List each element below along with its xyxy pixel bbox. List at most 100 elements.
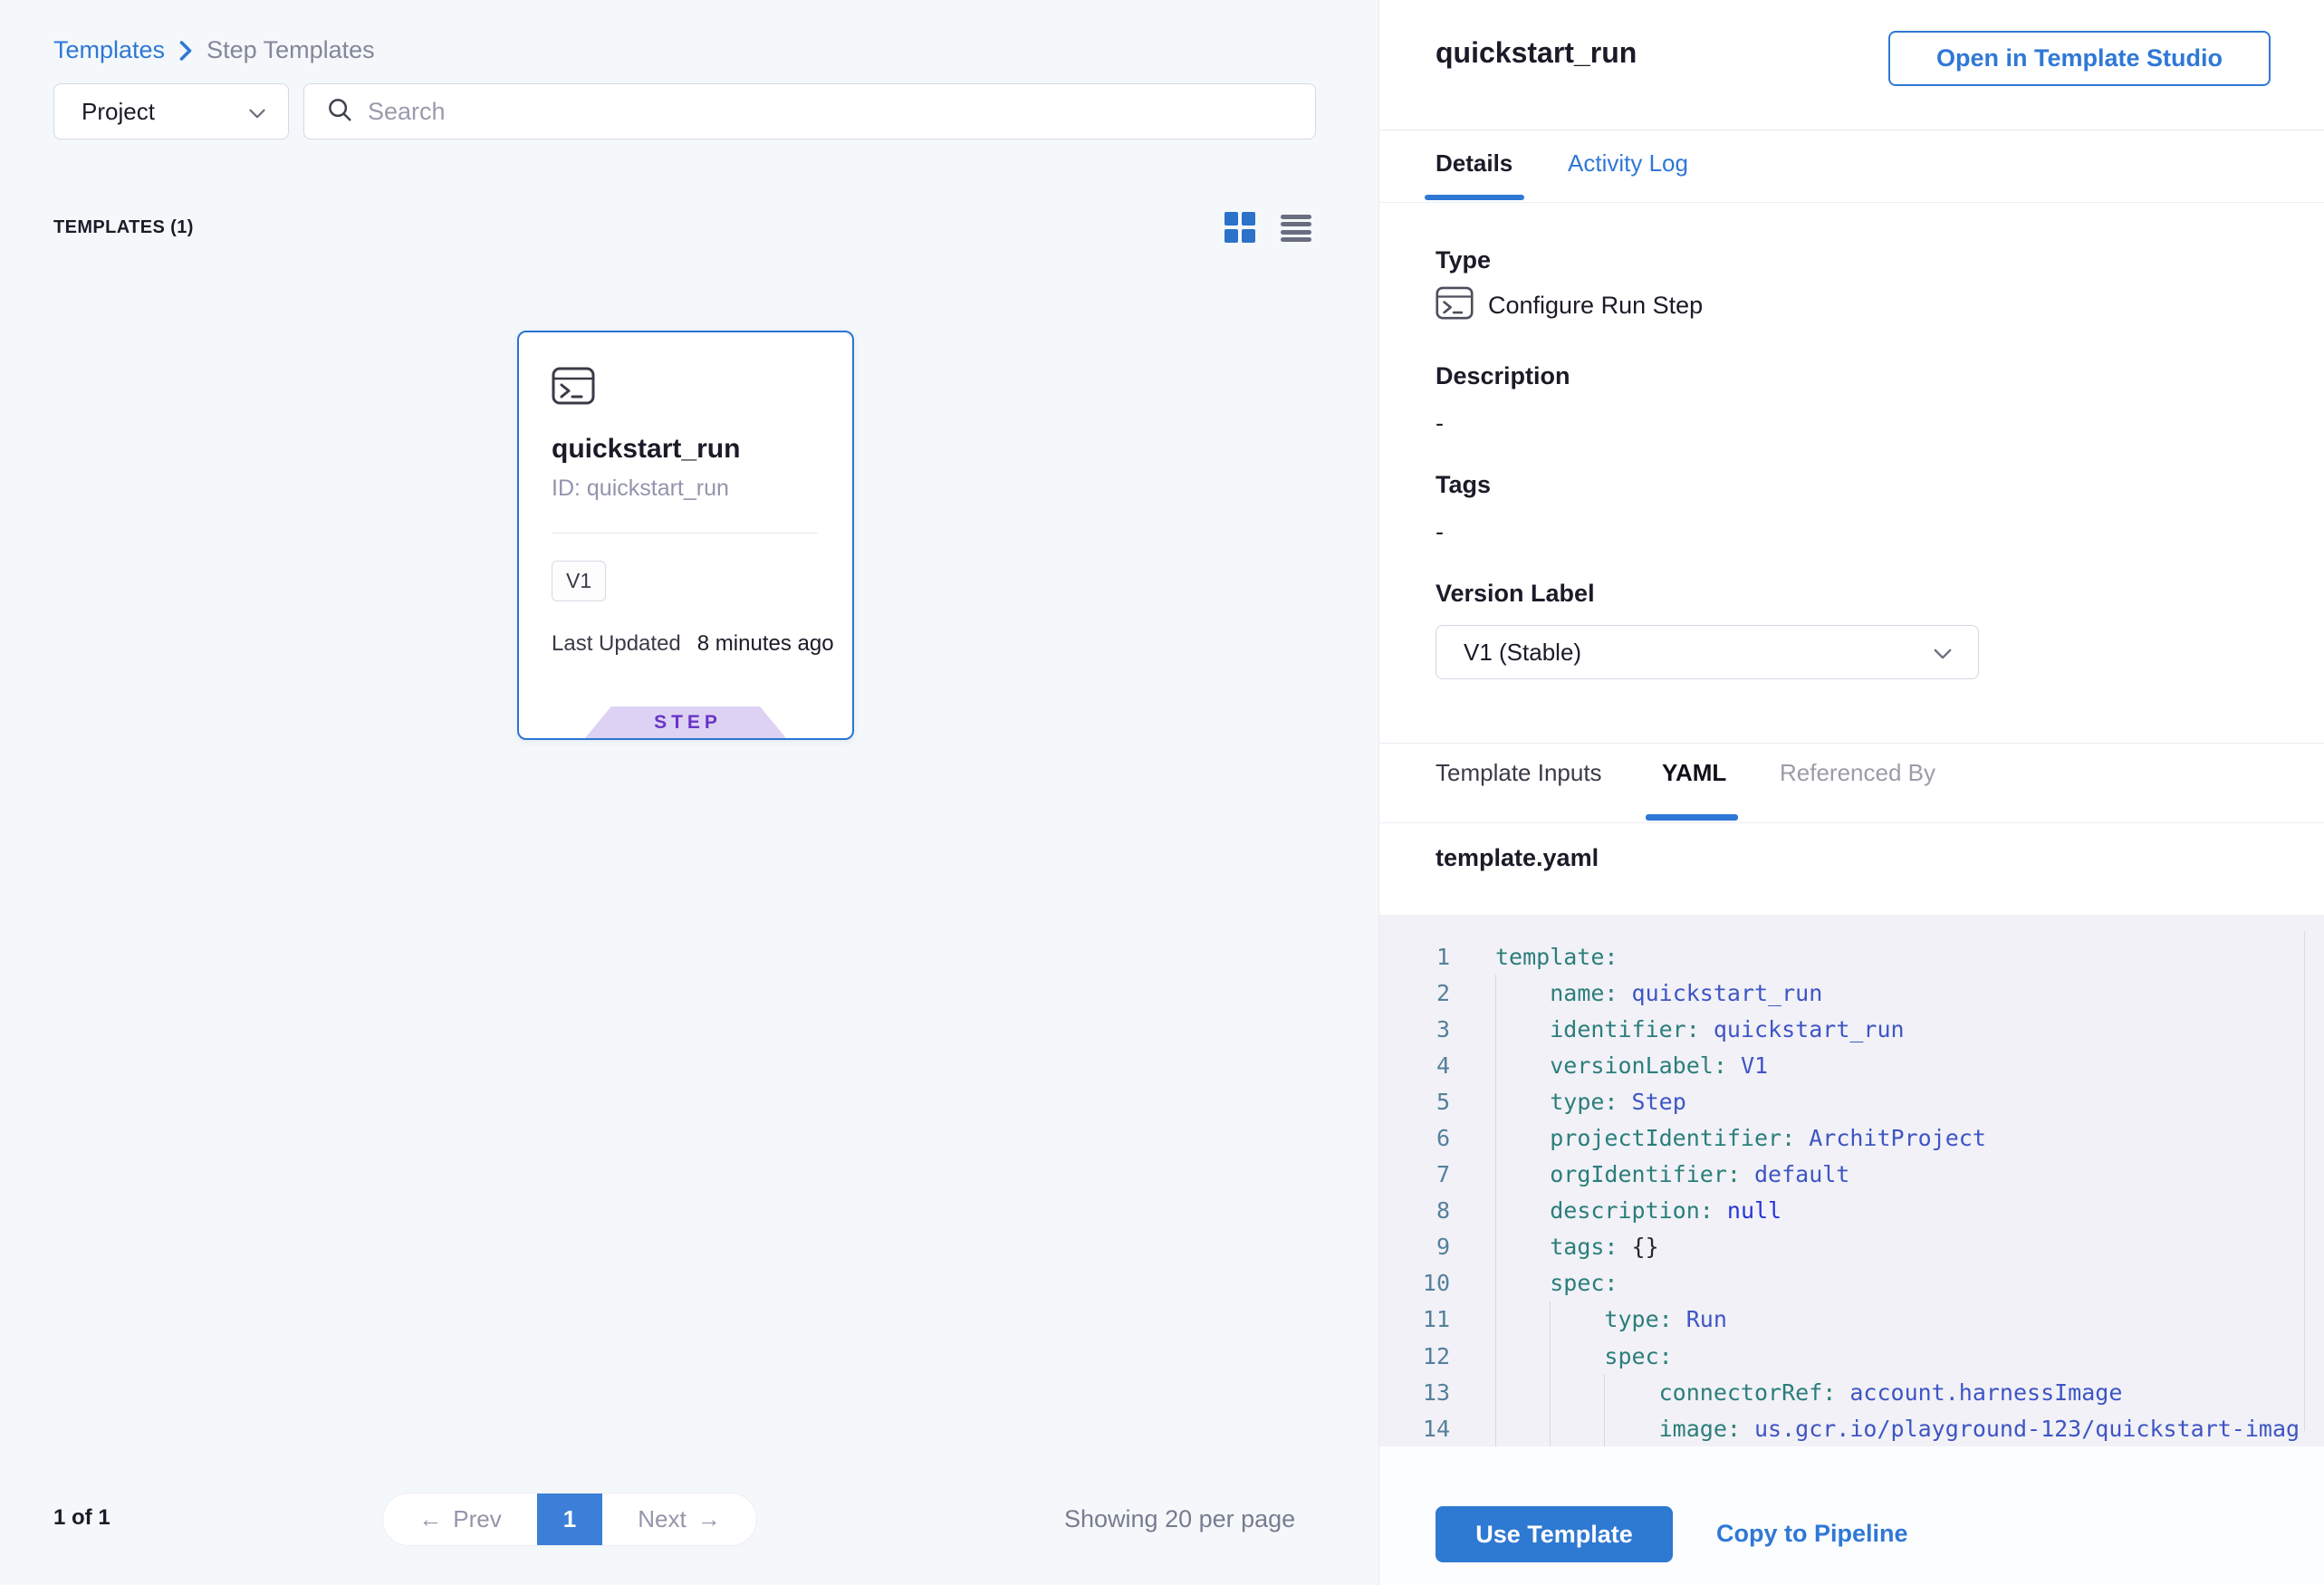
yaml-line-number: 1	[1379, 944, 1450, 970]
tab-details[interactable]: Details	[1436, 149, 1513, 178]
templates-page: Templates Step Templates Project Search …	[0, 0, 2324, 1585]
indent-guide	[1550, 1302, 1551, 1446]
yaml-line: 5 type: Step	[1379, 1083, 2324, 1119]
yaml-line-content: spec:	[1450, 1343, 1673, 1369]
last-updated-value: 8 minutes ago	[697, 631, 834, 657]
breadcrumb-templates-link[interactable]: Templates	[53, 36, 165, 64]
yaml-line-number: 11	[1379, 1306, 1450, 1332]
template-details-panel: quickstart_run Open in Template Studio D…	[1378, 0, 2324, 1585]
next-page-button[interactable]: Next →	[602, 1494, 756, 1545]
code-viewport-divider	[2304, 931, 2305, 1431]
card-id: ID: quickstart_run	[552, 476, 729, 502]
page-number-button[interactable]: 1	[537, 1494, 602, 1545]
arrow-right-icon: →	[697, 1505, 721, 1533]
tags-value: -	[1436, 518, 1444, 546]
yaml-line-number: 6	[1379, 1125, 1450, 1151]
card-updated-row: Last Updated 8 minutes ago	[552, 631, 834, 657]
yaml-line-number: 4	[1379, 1052, 1450, 1079]
yaml-line: 12 spec:	[1379, 1338, 2324, 1374]
yaml-line: 6 projectIdentifier: ArchitProject	[1379, 1119, 2324, 1156]
yaml-line: 2 name: quickstart_run	[1379, 975, 2324, 1011]
chevron-down-icon	[1933, 639, 1953, 667]
use-template-button[interactable]: Use Template	[1436, 1506, 1673, 1562]
version-chip: V1	[552, 561, 606, 601]
breadcrumb: Templates Step Templates	[53, 36, 375, 64]
yaml-line: 1template:	[1379, 938, 2324, 975]
yaml-line-number: 7	[1379, 1161, 1450, 1187]
scope-dropdown-value: Project	[82, 98, 155, 126]
tab-referenced-by[interactable]: Referenced By	[1780, 759, 1935, 787]
yaml-line-number: 3	[1379, 1016, 1450, 1042]
prev-label: Prev	[453, 1505, 501, 1533]
scope-dropdown[interactable]: Project	[53, 83, 289, 139]
tab-yaml[interactable]: YAML	[1662, 759, 1726, 787]
yaml-line: 10 spec:	[1379, 1265, 2324, 1302]
run-step-icon	[552, 367, 595, 409]
list-view-icon[interactable]	[1281, 215, 1311, 242]
template-card[interactable]: quickstart_run ID: quickstart_run V1 Las…	[517, 331, 854, 740]
yaml-line-number: 10	[1379, 1270, 1450, 1296]
yaml-line-content: description: null	[1450, 1197, 1781, 1224]
tabbar-divider	[1379, 202, 2324, 203]
type-label: Type	[1436, 246, 1491, 274]
indent-guide	[1495, 975, 1496, 1446]
step-type-badge: STEP	[585, 706, 786, 738]
prev-page-button[interactable]: ← Prev	[383, 1494, 537, 1545]
yaml-code-lines: 1template:2 name: quickstart_run3 identi…	[1379, 938, 2324, 1446]
yaml-line-number: 13	[1379, 1379, 1450, 1406]
yaml-line-number: 8	[1379, 1197, 1450, 1224]
open-template-studio-button[interactable]: Open in Template Studio	[1888, 31, 2271, 86]
type-value: Configure Run Step	[1488, 292, 1703, 320]
active-tab-underline	[1646, 814, 1738, 821]
search-input[interactable]: Search	[303, 83, 1316, 139]
yaml-line-content: type: Step	[1450, 1089, 1686, 1115]
yaml-line-content: image: us.gcr.io/playground-123/quicksta…	[1450, 1416, 2300, 1442]
tab-activity-log[interactable]: Activity Log	[1568, 149, 1688, 178]
description-label: Description	[1436, 362, 1570, 390]
breadcrumb-current: Step Templates	[206, 36, 375, 64]
yaml-line-content: name: quickstart_run	[1450, 980, 1822, 1006]
tabbar-divider	[1379, 822, 2324, 823]
chevron-right-icon	[178, 40, 194, 62]
card-title: quickstart_run	[552, 434, 740, 465]
yaml-line: 13 connectorRef: account.harnessImage	[1379, 1374, 2324, 1410]
description-value: -	[1436, 409, 1444, 437]
search-icon	[326, 96, 353, 128]
yaml-line-content: orgIdentifier: default	[1450, 1161, 1849, 1187]
template-list-panel: Templates Step Templates Project Search …	[0, 0, 1378, 1585]
tab-template-inputs[interactable]: Template Inputs	[1436, 759, 1602, 787]
yaml-line-number: 9	[1379, 1234, 1450, 1260]
details-title: quickstart_run	[1436, 36, 1637, 70]
yaml-line: 9 tags: {}	[1379, 1229, 2324, 1265]
next-label: Next	[638, 1505, 686, 1533]
yaml-file-name: template.yaml	[1436, 844, 1599, 872]
active-tab-underline	[1425, 195, 1524, 200]
yaml-line-content: identifier: quickstart_run	[1450, 1016, 1905, 1042]
yaml-line-content: template:	[1450, 944, 1618, 970]
copy-to-pipeline-button[interactable]: Copy to Pipeline	[1716, 1520, 1908, 1548]
yaml-line-content: versionLabel: V1	[1450, 1052, 1768, 1079]
yaml-line: 3 identifier: quickstart_run	[1379, 1011, 2324, 1047]
yaml-line-content: projectIdentifier: ArchitProject	[1450, 1125, 1986, 1151]
version-label: Version Label	[1436, 580, 1595, 608]
yaml-line-content: spec:	[1450, 1270, 1618, 1296]
last-updated-label: Last Updated	[552, 631, 681, 657]
yaml-code-viewer[interactable]: 1template:2 name: quickstart_run3 identi…	[1379, 915, 2324, 1446]
templates-count-header: TEMPLATES (1)	[53, 217, 194, 238]
yaml-line-number: 5	[1379, 1089, 1450, 1115]
version-dropdown[interactable]: V1 (Stable)	[1436, 625, 1979, 679]
per-page-summary: Showing 20 per page	[1064, 1505, 1295, 1533]
yaml-line: 8 description: null	[1379, 1193, 2324, 1229]
yaml-line: 4 versionLabel: V1	[1379, 1047, 2324, 1083]
pagination-control: ← Prev 1 Next →	[382, 1493, 757, 1546]
yaml-line-content: tags: {}	[1450, 1234, 1659, 1260]
chevron-down-icon	[248, 98, 266, 126]
yaml-line: 14 image: us.gcr.io/playground-123/quick…	[1379, 1410, 2324, 1446]
grid-view-icon[interactable]	[1224, 212, 1255, 243]
yaml-line-number: 2	[1379, 980, 1450, 1006]
yaml-line: 7 orgIdentifier: default	[1379, 1157, 2324, 1193]
search-placeholder: Search	[368, 98, 446, 126]
run-step-icon	[1436, 286, 1474, 324]
section-divider	[1379, 743, 2324, 744]
type-value-row: Configure Run Step	[1436, 286, 1703, 324]
